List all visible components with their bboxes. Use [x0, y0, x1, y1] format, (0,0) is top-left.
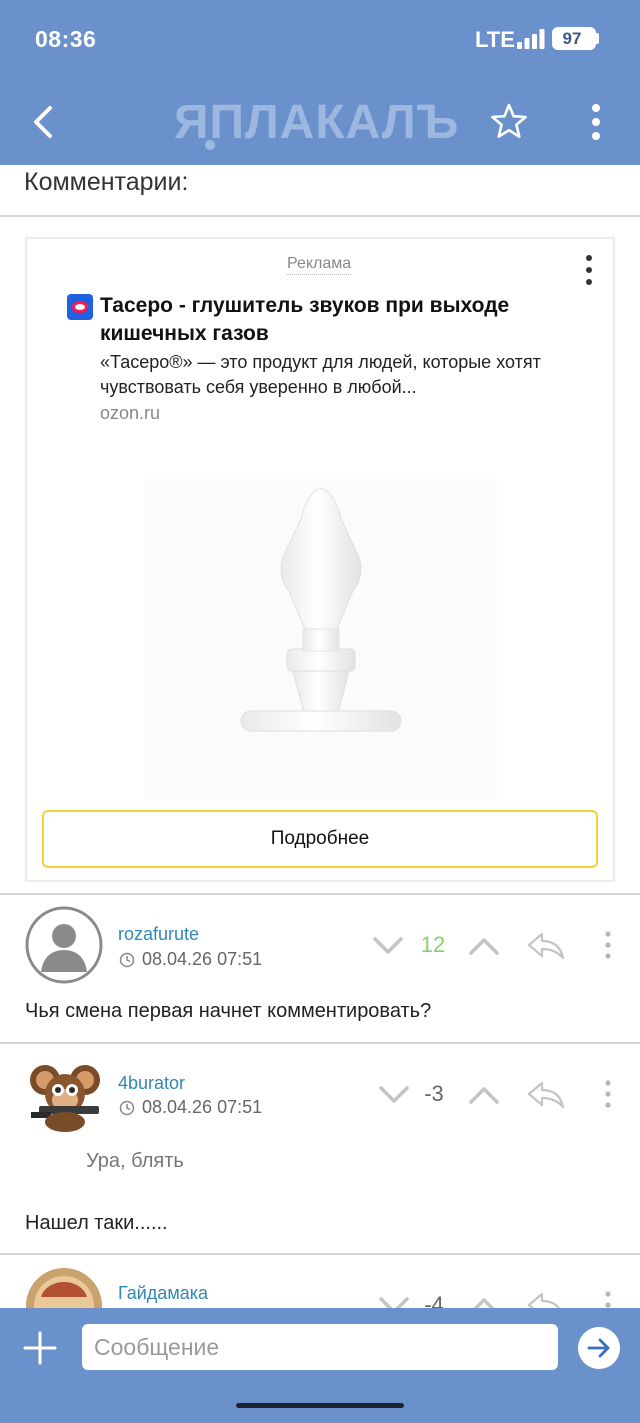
comment-text: Чья смена первая начнет комментировать?	[25, 1000, 432, 1022]
vote-down-icon[interactable]	[372, 935, 404, 957]
plus-icon[interactable]	[22, 1330, 58, 1366]
comment-text: Нашел таки......	[25, 1212, 168, 1234]
comment-score: -3	[424, 1081, 444, 1106]
home-indicator	[236, 1403, 404, 1408]
message-input[interactable]	[82, 1324, 558, 1370]
message-composer	[0, 1308, 640, 1423]
product-image[interactable]	[145, 479, 497, 799]
avatar-placeholder-icon[interactable]	[25, 906, 103, 984]
divider	[0, 215, 640, 217]
vote-up-icon[interactable]	[468, 1295, 500, 1308]
ozon-logo-icon	[67, 294, 93, 320]
clock-icon	[119, 952, 135, 968]
reply-icon[interactable]	[526, 931, 566, 961]
comment-username[interactable]: Гайдамака	[118, 1283, 208, 1304]
ad-menu-icon[interactable]	[579, 253, 599, 287]
chevron-left-icon[interactable]	[26, 100, 62, 144]
site-logo[interactable]: ЯПЛАКАЛЪ	[170, 92, 470, 150]
comment-quote: Ура, блять	[86, 1150, 184, 1172]
ad-block[interactable]: Реклама Тасеро - глушитель звуков при вы…	[25, 237, 615, 882]
comment-score: 12	[420, 932, 446, 957]
cheburashka-avatar[interactable]	[25, 1056, 103, 1134]
ad-more-button[interactable]: Подробнее	[42, 810, 598, 868]
vertical-dots-icon[interactable]	[583, 102, 609, 142]
vote-down-icon[interactable]	[378, 1295, 410, 1308]
network-type: LTE	[475, 27, 515, 52]
status-bar: 08:36 LTE 97	[0, 0, 640, 80]
battery-icon: 97	[552, 27, 596, 50]
comment-score: -4	[424, 1292, 444, 1308]
ad-title[interactable]: Тасеро - глушитель звуков при выходе киш…	[100, 292, 600, 348]
comment-item: 4burator 08.04.26 07:51 -3 Ура, блять На…	[0, 1044, 640, 1252]
logo-text: ЯПЛАКАЛЪ	[174, 96, 459, 149]
signal-icon	[517, 29, 545, 49]
comment-datetime: 08.04.26 07:51	[142, 1097, 263, 1117]
vote-up-icon[interactable]	[468, 935, 500, 957]
app-header: 08:36 LTE 97 ЯПЛАКАЛЪ	[0, 0, 640, 165]
status-time: 08:36	[35, 26, 97, 52]
avatar-icon[interactable]	[25, 1267, 103, 1308]
battery-level: 97	[562, 29, 582, 48]
vote-down-icon[interactable]	[378, 1084, 410, 1106]
comment-menu-icon[interactable]	[601, 930, 615, 960]
comment-menu-icon[interactable]	[601, 1290, 615, 1308]
ad-domain: ozon.ru	[100, 403, 161, 423]
comment-username[interactable]: 4burator	[118, 1073, 185, 1094]
comment-datetime: 08.04.26 07:51	[142, 949, 263, 969]
comment-username[interactable]: rozafurute	[118, 924, 199, 945]
comments-heading: Комментарии:	[24, 168, 189, 196]
comment-item: Гайдамака -4	[0, 1255, 640, 1308]
vote-up-icon[interactable]	[468, 1084, 500, 1106]
ad-description: «Тасеро®» — это продукт для людей, котор…	[100, 352, 541, 397]
ad-label: Реклама	[287, 255, 352, 275]
comment-item: rozafurute 08.04.26 07:51 12 Чья смена п…	[0, 895, 640, 1043]
send-arrow-icon[interactable]	[578, 1327, 620, 1369]
battery-tip	[596, 33, 599, 44]
reply-icon[interactable]	[526, 1080, 566, 1110]
clock-icon	[119, 1100, 135, 1116]
reply-icon[interactable]	[526, 1291, 566, 1308]
star-outline-icon[interactable]	[488, 101, 530, 143]
comment-menu-icon[interactable]	[601, 1079, 615, 1109]
